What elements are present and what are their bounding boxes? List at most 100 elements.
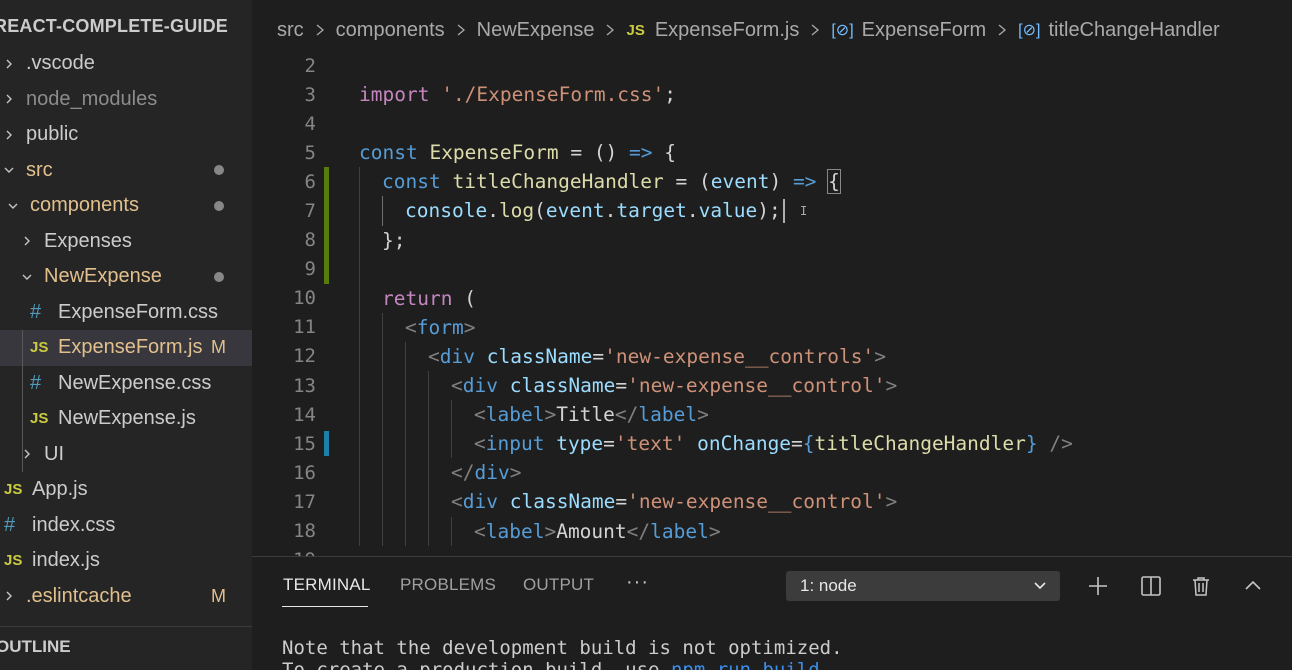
code-token: ( <box>534 198 546 222</box>
terminal-line: . <box>819 659 832 670</box>
tree-item-label: NewExpense.css <box>58 371 212 394</box>
indent-guide <box>359 516 360 546</box>
chevron-right-icon <box>604 23 616 37</box>
active-tab-indicator <box>282 606 368 607</box>
code-token: titleChangeHandler <box>814 432 1026 456</box>
code-token: => <box>792 170 817 194</box>
split-terminal-button[interactable] <box>1138 573 1164 599</box>
chevron-down-icon <box>20 267 34 287</box>
kill-terminal-button[interactable] <box>1188 573 1214 599</box>
breadcrumb-item[interactable]: components <box>336 19 445 42</box>
text-cursor <box>782 199 785 224</box>
indent-guide <box>382 341 383 372</box>
breadcrumb-item[interactable]: NewExpense <box>477 19 595 42</box>
code-token: type <box>556 432 604 456</box>
indent-guide <box>382 196 383 226</box>
code-lines[interactable]: 2 3 import './ExpenseForm.css'; 4 5 cons… <box>252 51 1292 556</box>
code-token: './ExpenseForm.css' <box>441 83 665 107</box>
line-number: 3 <box>304 83 316 106</box>
code-token: ) <box>769 170 793 194</box>
tree-item-expenses[interactable]: Expenses <box>0 224 252 260</box>
tree-item-newexpense[interactable]: NewExpense <box>0 259 252 295</box>
code-token: label <box>638 403 698 427</box>
code-token: ); <box>757 198 781 222</box>
tab-output[interactable]: OUTPUT <box>523 575 594 595</box>
line-number: 17 <box>293 490 316 513</box>
plus-icon <box>1089 577 1107 595</box>
maximize-panel-button[interactable] <box>1240 573 1266 599</box>
more-actions-button[interactable]: ··· <box>626 571 649 594</box>
code-line: 16 </div> <box>252 458 1292 488</box>
code-token: }; <box>382 228 406 252</box>
outline-section[interactable]: OUTLINE <box>0 626 252 670</box>
tree-item-public[interactable]: public <box>0 117 252 153</box>
indent-guide <box>359 167 360 197</box>
line-number: 2 <box>304 54 316 77</box>
terminal-output[interactable]: Note that the development build is not o… <box>282 637 843 670</box>
tree-item-app-js[interactable]: JS App.js <box>0 472 252 508</box>
code-token: value <box>698 198 758 222</box>
tree-item-node-modules[interactable]: node_modules <box>0 82 252 118</box>
tree-item-index-css[interactable]: # index.css <box>0 508 252 544</box>
indent-guide <box>382 487 383 517</box>
terminal-select[interactable]: 1: node <box>786 571 1060 601</box>
line-number: 8 <box>304 229 316 252</box>
tree-item-expenseform-js[interactable]: JS ExpenseForm.js M <box>0 330 252 366</box>
code-token: = () <box>558 141 630 165</box>
tree-item-vscode[interactable]: .vscode <box>0 46 252 82</box>
line-number: 16 <box>293 461 316 484</box>
split-icon <box>1141 576 1161 596</box>
indent-guide <box>405 429 406 459</box>
breadcrumb-symbol[interactable]: ExpenseForm <box>862 19 987 42</box>
code-line: 10 return ( <box>252 283 1292 313</box>
tab-problems[interactable]: PROBLEMS <box>400 575 496 595</box>
code-line: 18 <label>Amount</label> <box>252 516 1292 546</box>
breadcrumb-item[interactable]: src <box>277 19 304 42</box>
chevron-down-icon <box>2 160 16 180</box>
line-number: 19 <box>252 549 316 556</box>
indent-guide <box>382 312 383 342</box>
explorer-title[interactable]: REACT-COMPLETE-GUIDE <box>0 16 228 42</box>
line-number: 5 <box>304 141 316 164</box>
code-line: 12 <div className='new-expense__controls… <box>252 341 1292 372</box>
indent-guide <box>405 371 406 401</box>
code-token: event <box>545 198 605 222</box>
code-token: return <box>382 286 453 310</box>
chevron-right-icon <box>2 54 16 74</box>
indent-guide <box>359 341 360 372</box>
tree-item-eslintcache[interactable]: .eslintcache M <box>0 579 252 615</box>
code-token: event <box>710 170 770 194</box>
indent-guide <box>428 429 429 459</box>
line-number: 18 <box>293 520 316 543</box>
tree-item-components[interactable]: components <box>0 188 252 224</box>
tree-item-newexpense-js[interactable]: JS NewExpense.js <box>0 401 252 437</box>
breadcrumb-symbol[interactable]: titleChangeHandler <box>1048 19 1219 42</box>
indent-guide <box>359 487 360 517</box>
code-token: className <box>509 490 616 514</box>
code-token: Title <box>556 403 615 427</box>
tree-item-src[interactable]: src <box>0 153 252 189</box>
breadcrumb: src components NewExpense JS ExpenseForm… <box>277 16 1220 44</box>
tree-item-label: NewExpense <box>44 265 162 288</box>
new-terminal-button[interactable] <box>1085 573 1111 599</box>
code-token: div <box>462 374 498 398</box>
tree-item-index-js[interactable]: JS index.js <box>0 543 252 579</box>
git-added-marker <box>324 167 329 197</box>
indent-guide <box>359 371 360 401</box>
tree-item-newexpense-css[interactable]: # NewExpense.css <box>0 366 252 402</box>
chevron-right-icon <box>2 125 16 145</box>
code-token: input <box>485 432 545 456</box>
css-file-icon: # <box>30 371 42 394</box>
chevron-right-icon <box>2 586 16 606</box>
indent-guide <box>428 400 429 430</box>
chevron-right-icon <box>809 23 821 37</box>
js-file-icon: JS <box>4 481 23 499</box>
indent-guide <box>428 371 429 401</box>
tree-item-expenseform-css[interactable]: # ExpenseForm.css <box>0 295 252 331</box>
breadcrumb-file[interactable]: ExpenseForm.js <box>655 19 800 42</box>
tree-item-label: node_modules <box>26 87 158 110</box>
tree-item-ui[interactable]: UI <box>0 437 252 473</box>
indent-guide <box>359 254 360 284</box>
code-editor[interactable]: src components NewExpense JS ExpenseForm… <box>252 0 1292 556</box>
tab-terminal[interactable]: TERMINAL <box>283 575 371 595</box>
